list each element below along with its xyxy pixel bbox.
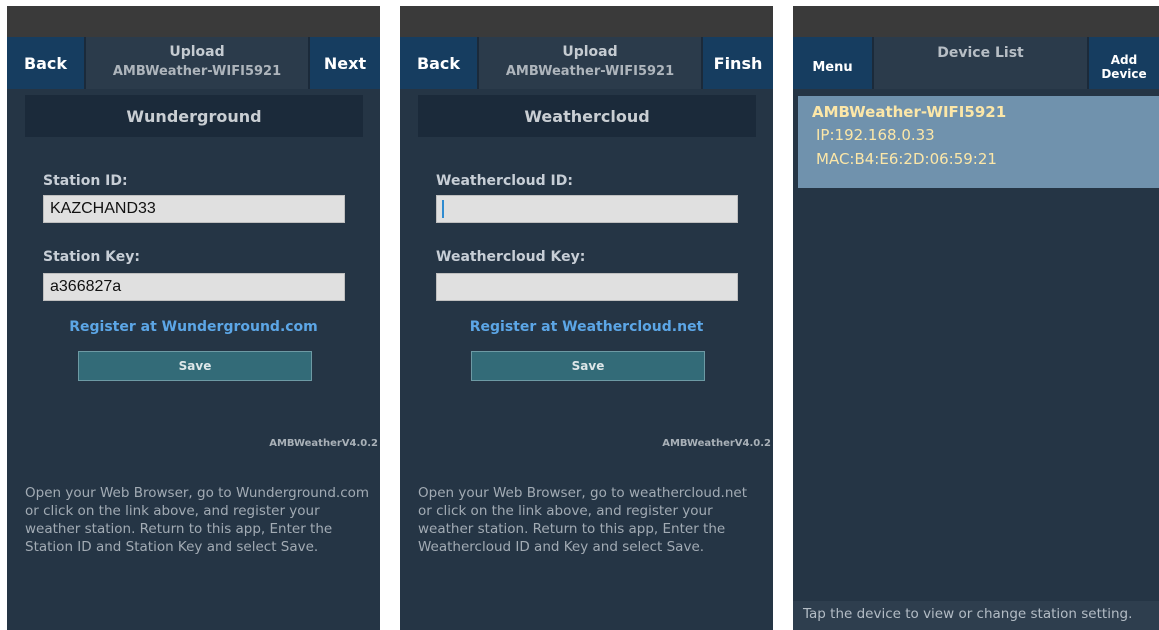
station-id-label: Station ID: bbox=[43, 173, 128, 189]
weathercloud-screen: Back Upload AMBWeather-WIFI5921 Finsh We… bbox=[400, 6, 773, 630]
wunderground-screen: Back Upload AMBWeather-WIFI5921 Next Wun… bbox=[7, 6, 380, 630]
nav-title: Upload AMBWeather-WIFI5921 bbox=[479, 37, 701, 89]
station-id-input[interactable] bbox=[43, 195, 345, 223]
register-weathercloud-link[interactable]: Register at Weathercloud.net bbox=[400, 319, 773, 335]
weathercloud-key-label: Weathercloud Key: bbox=[436, 249, 586, 265]
register-wunderground-link[interactable]: Register at Wunderground.com bbox=[7, 319, 380, 335]
add-device-label-line2: Device bbox=[1101, 67, 1147, 81]
device-list-screen: Menu Device List Add Device AMBWeather-W… bbox=[793, 6, 1159, 630]
help-text: Open your Web Browser, go to weatherclou… bbox=[418, 485, 748, 555]
station-key-input[interactable] bbox=[43, 273, 345, 301]
status-bar bbox=[400, 6, 773, 37]
app-version: AMBWeatherV4.0.2 bbox=[269, 438, 378, 449]
menu-button[interactable]: Menu bbox=[793, 37, 872, 89]
back-button[interactable]: Back bbox=[7, 37, 84, 89]
weathercloud-id-label: Weathercloud ID: bbox=[436, 173, 573, 189]
add-device-button[interactable]: Add Device bbox=[1089, 37, 1159, 89]
back-button[interactable]: Back bbox=[400, 37, 477, 89]
add-device-label-line1: Add bbox=[1110, 53, 1138, 67]
footer-hint: Tap the device to view or change station… bbox=[793, 601, 1159, 630]
save-button[interactable]: Save bbox=[78, 351, 312, 381]
nav-title-device: AMBWeather-WIFI5921 bbox=[505, 64, 675, 79]
weathercloud-id-input[interactable] bbox=[436, 195, 738, 223]
help-text: Open your Web Browser, go to Wundergroun… bbox=[25, 485, 370, 555]
device-list-item[interactable]: AMBWeather-WIFI5921 IP:192.168.0.33 MAC:… bbox=[798, 96, 1159, 188]
nav-title-device: AMBWeather-WIFI5921 bbox=[112, 64, 282, 79]
station-key-label: Station Key: bbox=[43, 249, 140, 265]
next-button[interactable]: Next bbox=[310, 37, 380, 89]
device-mac: MAC:B4:E6:2D:06:59:21 bbox=[816, 150, 997, 168]
nav-bar: Menu Device List Add Device bbox=[793, 37, 1159, 89]
nav-title: Device List bbox=[874, 37, 1087, 89]
status-bar bbox=[793, 6, 1159, 37]
nav-title: Upload AMBWeather-WIFI5921 bbox=[86, 37, 308, 89]
nav-bar: Back Upload AMBWeather-WIFI5921 Finsh bbox=[400, 37, 773, 89]
status-bar bbox=[7, 6, 380, 37]
weathercloud-key-input[interactable] bbox=[436, 273, 738, 301]
text-caret bbox=[442, 200, 444, 218]
save-button[interactable]: Save bbox=[471, 351, 705, 381]
nav-title-line1: Upload bbox=[562, 44, 618, 60]
nav-bar: Back Upload AMBWeather-WIFI5921 Next bbox=[7, 37, 380, 89]
app-version: AMBWeatherV4.0.2 bbox=[662, 438, 771, 449]
finish-button[interactable]: Finsh bbox=[703, 37, 773, 89]
nav-title-line1: Upload bbox=[169, 44, 225, 60]
device-ip: IP:192.168.0.33 bbox=[816, 126, 935, 144]
device-name: AMBWeather-WIFI5921 bbox=[812, 103, 1007, 121]
section-title: Wunderground bbox=[25, 95, 363, 137]
section-title: Weathercloud bbox=[418, 95, 756, 137]
